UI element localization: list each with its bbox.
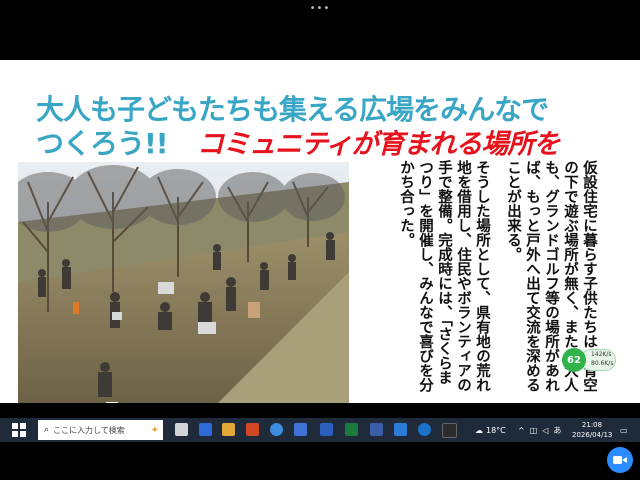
zoom-taskbar-icon[interactable] <box>418 423 431 436</box>
window-menu-dots[interactable]: ••• <box>310 3 331 14</box>
weather-widget[interactable]: ☁ 18°C <box>475 418 506 442</box>
search-placeholder: ここに入力して検索 <box>53 425 125 435</box>
taskbar-clock[interactable]: 21:08 2026/04/13 <box>572 420 612 440</box>
cloud-icon: ☁ <box>475 425 483 435</box>
sparkle-icon: ✦ <box>150 424 159 436</box>
weather-temp: 18°C <box>486 425 506 435</box>
download-speed: 80.6K/s <box>591 360 614 367</box>
presentation-slide: 大人も子どもたちも集える広場をみんなで つくろう!! コミュニティが育まれる場所… <box>0 60 640 403</box>
network-icon[interactable]: ◫ <box>530 426 538 435</box>
slide-title-highlight: コミュニティが育まれる場所を <box>197 129 560 160</box>
excel-icon[interactable] <box>345 423 358 436</box>
clock-time: 21:08 <box>581 421 603 429</box>
powerpoint-icon[interactable] <box>246 423 259 436</box>
outlook-icon[interactable] <box>394 423 407 436</box>
volume-icon[interactable]: ◁ <box>542 426 548 435</box>
app-icon-1[interactable] <box>199 423 212 436</box>
taskbar: ⌕ ここに入力して検索 ✦ ☁ 18°C ^ ◫ ◁ あ 21:08 2026/… <box>0 418 640 442</box>
word-icon[interactable] <box>320 423 333 436</box>
edge-icon[interactable] <box>270 423 283 436</box>
slide-paragraph-2: そうした場所として、県有地の荒れ地を借用し、住民やボランティアの手で整備。完成時… <box>398 160 490 392</box>
notification-icon[interactable]: ▭ <box>620 418 628 442</box>
upload-speed: 142K/s <box>591 351 612 358</box>
network-speed-widget[interactable]: 142K/s 80.6K/s 62 <box>562 348 616 372</box>
cpu-percent-badge: 62 <box>562 348 586 372</box>
taskbar-search-box[interactable]: ⌕ ここに入力して検索 ✦ <box>38 420 163 440</box>
terminal-icon[interactable] <box>442 423 457 438</box>
volunteers-working-photo <box>18 162 349 403</box>
calendar-icon[interactable] <box>294 423 307 436</box>
ime-icon[interactable]: あ <box>553 425 561 436</box>
slide-title-line2: つくろう!! <box>36 127 169 160</box>
task-view-icon[interactable] <box>175 423 188 436</box>
zoom-video-button[interactable] <box>607 447 633 473</box>
search-icon: ⌕ <box>44 425 50 435</box>
app-icon-2[interactable] <box>370 423 383 436</box>
video-camera-icon <box>613 456 627 464</box>
windows-start-icon[interactable] <box>12 423 26 437</box>
system-tray[interactable]: ^ ◫ ◁ あ <box>518 418 561 442</box>
clock-date: 2026/04/13 <box>572 431 613 439</box>
file-explorer-icon[interactable] <box>222 423 235 436</box>
tray-expand-icon[interactable]: ^ <box>518 426 525 435</box>
